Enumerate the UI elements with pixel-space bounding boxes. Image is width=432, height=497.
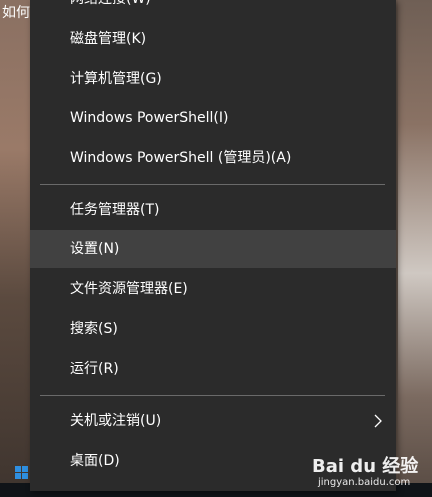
baidu-jingyan-watermark: Bai du 经验 jingyan.baidu.com	[300, 450, 432, 497]
menu-separator	[40, 395, 385, 396]
menu-item-run[interactable]: 运行(R)	[30, 350, 396, 388]
menu-item-shutdown-signout[interactable]: 关机或注销(U)	[30, 402, 396, 440]
winx-context-menu: 网络连接(W) 磁盘管理(K) 计算机管理(G) Windows PowerSh…	[30, 0, 396, 491]
menu-item-task-manager[interactable]: 任务管理器(T)	[30, 191, 396, 229]
desktop-background-right	[398, 0, 432, 497]
menu-item-file-explorer[interactable]: 文件资源管理器(E)	[30, 270, 396, 308]
watermark-brand: Bai du 经验	[312, 456, 419, 477]
menu-item-disk-management[interactable]: 磁盘管理(K)	[30, 20, 396, 58]
menu-item-powershell[interactable]: Windows PowerShell(I)	[30, 99, 396, 137]
menu-item-settings[interactable]: 设置(N)	[30, 230, 396, 268]
menu-item-powershell-admin[interactable]: Windows PowerShell (管理员)(A)	[30, 139, 396, 177]
background-text: 如何	[2, 5, 30, 21]
menu-item-computer-management[interactable]: 计算机管理(G)	[30, 60, 396, 98]
desktop-background-left	[0, 0, 30, 497]
watermark-url: jingyan.baidu.com	[318, 477, 411, 488]
menu-separator	[40, 184, 385, 185]
chevron-right-icon	[374, 414, 382, 428]
menu-item-shutdown-label: 关机或注销(U)	[70, 413, 162, 429]
menu-item-search[interactable]: 搜索(S)	[30, 310, 396, 348]
windows-start-icon[interactable]	[15, 466, 29, 480]
menu-item-network-connections[interactable]: 网络连接(W)	[30, 0, 396, 18]
